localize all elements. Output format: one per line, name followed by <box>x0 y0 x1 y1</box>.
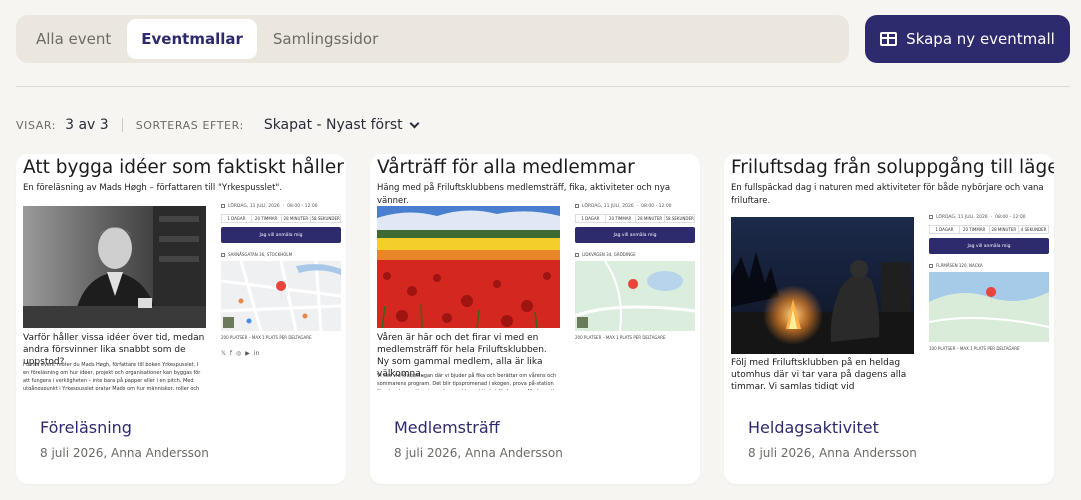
template-card[interactable]: Att bygga idéer som faktiskt håller En f… <box>16 154 346 484</box>
preview-date: LÖRDAG, 11 JULI, 2026 · 08:00 - 12:00 <box>929 213 1049 221</box>
sort-label: SORTERAS EFTER: <box>135 118 244 132</box>
preview-spots: 200 PLATSER – MAX 1 PLATS PER DELTAGARE <box>575 335 666 340</box>
preview-spots: 100 PLATSER – MAX 1 PLATS PER DELTAGARE <box>929 346 1020 351</box>
preview-address: FLÄMÅSEN 120, NACKA <box>929 263 1049 268</box>
template-card[interactable]: Vårträff för alla medlemmar Häng med på … <box>370 154 700 484</box>
preview-sidebar: LÖRDAG, 11 JULI, 2026 · 08:00 - 12:00 1 DA… <box>221 202 341 357</box>
preview-map <box>221 261 341 331</box>
preview-signup-button: Jag vill anmäla mig <box>929 238 1049 254</box>
layout-icon <box>880 32 898 46</box>
preview-spots: 200 PLATSER – MAX 1 PLATS PER DELTAGARE <box>221 335 312 340</box>
tab-collection-pages[interactable]: Samlingssidor <box>259 19 392 59</box>
template-preview: Friluftsdag från soluppgång till lägerel… <box>724 154 1054 390</box>
preview-countdown: 1 DAGAR 20 TIMMAR 28 MINUTER 58 SEKUNDER <box>221 214 341 223</box>
preview-body: I detta event möter du Mads Høgh, förfat… <box>23 362 201 390</box>
list-meta: VISAR: 3 av 3 SORTERAS EFTER: Skapat - N… <box>16 117 420 133</box>
preview-title: Att bygga idéer som faktiskt håller <box>23 157 344 178</box>
showing-label: VISAR: <box>16 118 57 132</box>
chevron-down-icon <box>409 118 420 128</box>
template-preview: Att bygga idéer som faktiskt håller En f… <box>16 154 346 390</box>
card-info: Heldagsaktivitet 8 juli 2026, Anna Ander… <box>724 390 1054 484</box>
preview-sidebar: LÖRDAG, 11 JULI, 2026 · 08:00 - 12:00 1 DA… <box>929 213 1049 351</box>
preview-image-portrait <box>23 206 206 328</box>
preview-sidebar: LÖRDAG, 11 JULI, 2026 · 08:00 - 12:00 1 DA… <box>575 202 695 340</box>
create-template-button[interactable]: Skapa ny eventmall <box>865 15 1070 63</box>
sort-dropdown[interactable]: Skapat - Nyast först <box>263 117 420 133</box>
meta-separator <box>121 118 123 132</box>
create-template-label: Skapa ny eventmall <box>906 30 1055 48</box>
preview-date: LÖRDAG, 11 JULI, 2026 · 08:00 - 12:00 <box>221 202 341 210</box>
divider <box>16 86 1070 87</box>
preview-social-icons: 𝕏f ◎ ▶ in <box>221 350 260 357</box>
template-tabs: Alla event Eventmallar Samlingssidor <box>16 15 849 63</box>
preview-description: Följ med Friluftsklubben på en heldag ut… <box>731 358 907 390</box>
preview-signup-button: Jag vill anmäla mig <box>221 227 341 243</box>
preview-map <box>929 272 1049 342</box>
preview-date: LÖRDAG, 11 JULI, 2026 · 08:00 - 12:00 <box>575 202 695 210</box>
preview-title: Vårträff för alla medlemmar <box>377 157 635 178</box>
card-info: Föreläsning 8 juli 2026, Anna Andersson <box>16 390 346 484</box>
preview-address: SARNÅSGATAN 36, STOCKHOLM <box>221 252 341 257</box>
tab-all-events[interactable]: Alla event <box>22 19 125 59</box>
preview-body: Vi ses vid klubbstugan där vi bjuder på … <box>377 373 557 390</box>
preview-address: LIDKVÄGEN 34, GRÖDINGE <box>575 252 695 257</box>
preview-image-campfire <box>731 217 914 354</box>
preview-map <box>575 261 695 331</box>
template-preview: Vårträff för alla medlemmar Häng med på … <box>370 154 700 390</box>
card-info: Medlemsträff 8 juli 2026, Anna Andersson <box>370 390 700 484</box>
preview-countdown: 1 DAGAR 20 TIMMAR 28 MINUTER 4 SEKUNDER <box>929 225 1049 234</box>
card-meta: 8 juli 2026, Anna Andersson <box>40 446 209 460</box>
preview-subtitle: En föreläsning av Mads Høgh – författare… <box>23 183 283 193</box>
card-meta: 8 juli 2026, Anna Andersson <box>748 446 917 460</box>
card-type: Heldagsaktivitet <box>748 418 879 437</box>
card-type: Medlemsträff <box>394 418 500 437</box>
card-meta: 8 juli 2026, Anna Andersson <box>394 446 563 460</box>
preview-subtitle: En fullspäckad dag i naturen med aktivit… <box>731 183 1044 206</box>
tab-event-templates[interactable]: Eventmallar <box>127 19 257 59</box>
preview-countdown: 1 DAGAR 20 TIMMAR 28 MINUTER 58 SEKUNDER <box>575 214 695 223</box>
preview-title: Friluftsdag från soluppgång till lägerel… <box>731 157 1054 178</box>
preview-image-tulips <box>377 206 560 328</box>
preview-signup-button: Jag vill anmäla mig <box>575 227 695 243</box>
template-card[interactable]: Friluftsdag från soluppgång till lägerel… <box>724 154 1054 484</box>
card-type: Föreläsning <box>40 418 132 437</box>
sort-value: Skapat - Nyast först <box>263 117 403 133</box>
showing-value: 3 av 3 <box>65 117 109 133</box>
